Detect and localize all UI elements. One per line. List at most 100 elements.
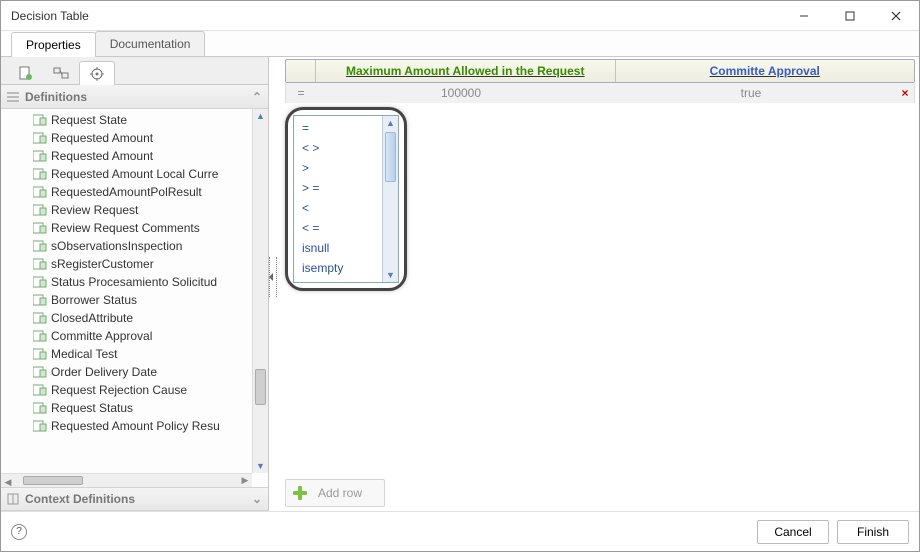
new-item-icon[interactable] [7,60,43,84]
list-item[interactable]: Order Delivery Date [5,363,252,381]
row-cell-1[interactable]: 100000 [316,86,606,100]
add-row-button[interactable]: Add row [285,479,385,507]
list-item-label: Status Procesamiento Solicitud [51,275,217,289]
cancel-button[interactable]: Cancel [757,520,829,544]
list-item[interactable]: Requested Amount [5,129,252,147]
dropdown-scroll-thumb[interactable] [385,132,396,182]
operator-option[interactable]: > = [300,178,378,198]
list-icon [7,92,19,102]
definition-icon [33,276,47,288]
row-delete-icon[interactable]: × [896,86,914,100]
operator-option[interactable]: < [300,198,378,218]
list-item[interactable]: Review Request [5,201,252,219]
expand-icon[interactable]: ⌄ [252,492,262,506]
definition-icon [33,150,47,162]
tabbar: Properties Documentation [1,31,919,57]
scroll-down-icon[interactable]: ▼ [253,459,268,473]
row-operator-cell[interactable]: = [286,86,316,100]
operator-option[interactable]: < = [300,218,378,238]
list-item-label: sRegisterCustomer [51,257,154,271]
list-item[interactable]: ClosedAttribute [5,309,252,327]
operator-list: = < > > > = < < = isnull isempty [294,116,382,282]
list-item[interactable]: Status Procesamiento Solicitud [5,273,252,291]
minimize-button[interactable] [781,1,827,30]
left-iconbar [1,57,268,85]
grid-header: Maximum Amount Allowed in the Request Co… [285,59,915,83]
list-item[interactable]: sObservationsInspection [5,237,252,255]
row-cell-2[interactable]: true [606,86,896,100]
tab-properties[interactable]: Properties [11,32,96,57]
finish-button[interactable]: Finish [837,520,909,544]
definition-icon [33,294,47,306]
list-item[interactable]: Requested Amount Local Curre [5,165,252,183]
help-icon[interactable]: ? [11,524,27,540]
list-item-label: Borrower Status [51,293,137,307]
tree-scroll-area[interactable]: Request State Requested Amount Requested… [1,109,252,473]
operator-option[interactable]: isempty [300,258,378,278]
dropdown-scrollbar[interactable]: ▲ ▼ [382,116,398,282]
grid-col1-label: Maximum Amount Allowed in the Request [346,64,584,78]
list-item-label: Requested Amount Local Curre [51,167,218,181]
footer: ? Cancel Finish [1,511,919,551]
list-item-label: Request Rejection Cause [51,383,187,397]
window-title: Decision Table [11,9,89,23]
scroll-up-icon[interactable]: ▲ [253,109,268,123]
scroll-right-icon[interactable]: ▶ [238,474,252,487]
list-item-label: sObservationsInspection [51,239,182,253]
definition-icon [33,168,47,180]
list-item-label: Requested Amount [51,131,153,145]
definition-icon [33,114,47,126]
splitter-handle[interactable] [269,57,277,511]
tree-vertical-scrollbar[interactable]: ▲ ▼ [252,109,268,473]
dropdown-scroll-down-icon[interactable]: ▼ [383,268,398,282]
hscroll-thumb[interactable] [23,476,83,485]
section-definitions-header[interactable]: Definitions ⌃ [1,85,268,109]
operator-option[interactable]: isnull [300,238,378,258]
collapse-icon[interactable]: ⌃ [252,90,262,104]
list-item[interactable]: sRegisterCustomer [5,255,252,273]
list-item[interactable]: Review Request Comments [5,219,252,237]
grid-header-spacer [286,60,316,82]
grid-column-2[interactable]: Committe Approval [616,60,915,82]
list-item-label: Review Request [51,203,138,217]
main-panel: Maximum Amount Allowed in the Request Co… [277,57,919,511]
list-item[interactable]: Request Rejection Cause [5,381,252,399]
grid-row[interactable]: = 100000 true × [285,83,915,103]
grid-column-1[interactable]: Maximum Amount Allowed in the Request [316,60,616,82]
link-icon[interactable] [43,60,79,84]
list-item[interactable]: Request Status [5,399,252,417]
book-icon [7,493,19,505]
definition-icon [33,384,47,396]
section-context-label: Context Definitions [25,492,135,506]
list-item[interactable]: Requested Amount Policy Resu [5,417,252,435]
definition-icon [33,402,47,414]
list-item-label: Request State [51,113,127,127]
section-context-header[interactable]: Context Definitions ⌄ [1,487,268,511]
definition-icon [33,132,47,144]
operator-option[interactable]: = [300,118,378,138]
close-button[interactable] [873,1,919,30]
scroll-left-icon[interactable]: ◀ [1,476,15,487]
list-item[interactable]: Medical Test [5,345,252,363]
operator-dropdown[interactable]: = < > > > = < < = isnull isempty ▲ ▼ [285,107,407,291]
operator-option[interactable]: > [300,158,378,178]
list-item-label: Request Status [51,401,133,415]
definition-icon [33,330,47,342]
grid-col2-label: Committe Approval [710,64,820,78]
tree-horizontal-scrollbar[interactable]: ◀ ▶ [1,473,252,487]
definition-icon [33,240,47,252]
definition-icon [33,348,47,360]
tab-documentation[interactable]: Documentation [95,31,206,56]
list-item[interactable]: Requested Amount [5,147,252,165]
list-item[interactable]: Request State [5,111,252,129]
settings-icon[interactable] [79,61,115,85]
scroll-thumb[interactable] [255,369,266,405]
list-item[interactable]: Committe Approval [5,327,252,345]
titlebar: Decision Table [1,1,919,31]
dropdown-scroll-up-icon[interactable]: ▲ [383,116,398,130]
maximize-button[interactable] [827,1,873,30]
operator-option[interactable]: < > [300,138,378,158]
list-item[interactable]: RequestedAmountPolResult [5,183,252,201]
body: Definitions ⌃ Request State Requested Am… [1,57,919,511]
list-item[interactable]: Borrower Status [5,291,252,309]
